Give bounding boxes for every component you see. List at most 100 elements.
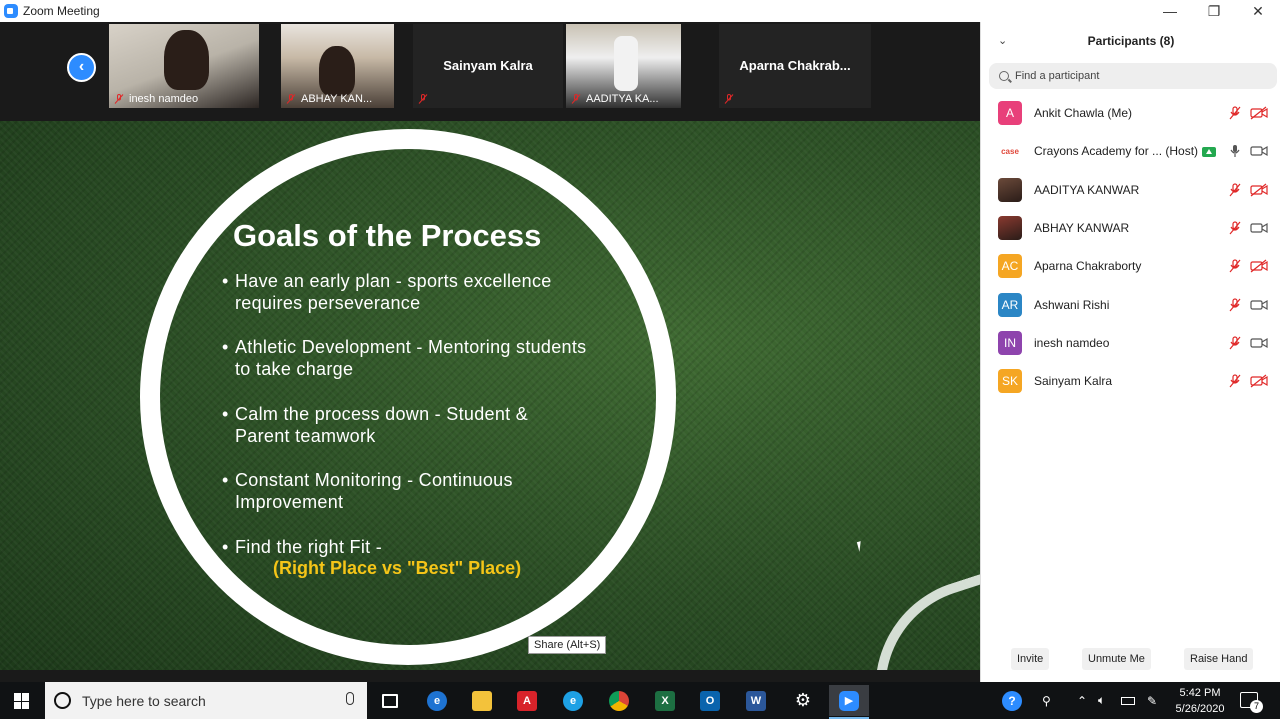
avatar: SK [998, 369, 1022, 394]
participant-row[interactable]: AADITYA KANWAR [981, 171, 1280, 209]
slide-highlight: (Right Place vs "Best" Place) [273, 558, 522, 578]
video-icon [1250, 144, 1268, 158]
avatar: IN [998, 330, 1022, 355]
avatar: AR [998, 292, 1022, 317]
muted-mic-icon [724, 94, 734, 104]
internet-explorer-icon: e [563, 690, 583, 711]
zoom-icon: ▶ [839, 690, 859, 711]
participant-row[interactable]: AC Aparna Chakraborty [981, 247, 1280, 285]
taskbar-chrome[interactable] [599, 685, 639, 716]
video-icon [1250, 221, 1268, 235]
muted-mic-icon [114, 94, 124, 104]
windows-taskbar: e A e X O W ⚙ ▶ ? ⚲ ⌃ 🔈︎ ✎ 5:42 PM 5/26/… [0, 682, 1280, 719]
participant-name: Crayons Academy for ... (Host) [1034, 144, 1217, 158]
muted-mic-icon [1229, 374, 1241, 388]
avatar [998, 215, 1022, 240]
chevron-left-icon: ‹ [78, 57, 85, 75]
muted-mic-icon [1229, 336, 1241, 350]
microphone-icon[interactable] [346, 692, 354, 705]
video-off-icon [1250, 259, 1268, 273]
video-off-icon [1250, 374, 1268, 388]
taskbar-zoom[interactable]: ▶ [829, 685, 869, 719]
volume-icon[interactable]: 🔈︎ [1098, 682, 1105, 719]
unmute-button[interactable]: Unmute Me [1082, 648, 1151, 670]
video-tile[interactable]: inesh namdeo [109, 24, 259, 108]
avatar [998, 177, 1022, 202]
slide-bullet: • Find the right Fit - [222, 537, 383, 557]
participant-row[interactable]: case Crayons Academy for ... (Host) [981, 132, 1280, 170]
taskbar-word[interactable]: W [736, 685, 776, 716]
video-off-icon [1250, 183, 1268, 197]
pen-icon[interactable]: ✎ [1147, 682, 1157, 719]
window-title: Zoom Meeting [23, 4, 100, 18]
folder-icon [472, 690, 492, 711]
share-tooltip: Share (Alt+S) [528, 636, 607, 654]
battery-icon[interactable] [1121, 682, 1135, 719]
muted-mic-icon [1229, 297, 1241, 312]
avatar: AC [998, 254, 1022, 279]
video-icon [1250, 336, 1268, 350]
video-thumbnail-strip: ‹ inesh namdeo ABHAY KAN... Sainyam Kalr… [0, 22, 980, 121]
window-controls: — ❐ ✕ [980, 0, 1280, 22]
chrome-icon [609, 690, 629, 711]
video-tile[interactable]: AADITYA KA... [566, 24, 681, 108]
participant-name: AADITYA KANWAR [1034, 182, 1140, 197]
slide-bullet: • Athletic Development - Mentoring studen… [222, 337, 587, 379]
video-icon [1250, 298, 1268, 312]
video-tile[interactable]: Aparna Chakrab... [719, 24, 871, 108]
edge-icon: e [427, 690, 447, 711]
taskbar-search-input[interactable] [82, 692, 322, 709]
slide-circle [140, 129, 676, 665]
participant-row[interactable]: ABHAY KANWAR [981, 209, 1280, 247]
taskbar-acrobat[interactable]: A [507, 685, 547, 716]
taskbar-explorer[interactable] [462, 685, 502, 716]
participant-name: Aparna Chakraborty [1034, 259, 1142, 274]
muted-mic-icon [418, 94, 428, 104]
task-view-button[interactable] [370, 685, 410, 716]
people-icon[interactable]: ⚲ [1042, 682, 1051, 719]
word-icon: W [746, 690, 766, 711]
taskbar-ie[interactable]: e [553, 685, 593, 716]
share-status-icon [1202, 147, 1217, 158]
minimize-button[interactable]: — [1148, 3, 1192, 19]
notification-count: 7 [1250, 700, 1263, 713]
participant-row[interactable]: SK Sainyam Kalra [981, 362, 1280, 400]
help-icon[interactable]: ? [1002, 682, 1022, 719]
excel-icon: X [655, 690, 675, 711]
participant-name: inesh namdeo [1034, 335, 1110, 350]
notification-icon[interactable]: 7 [1240, 692, 1263, 713]
participant-row[interactable]: AR Ashwani Rishi [981, 286, 1280, 324]
taskbar-settings[interactable]: ⚙ [783, 685, 823, 716]
video-tile[interactable]: ABHAY KAN... [281, 24, 394, 108]
shared-screen: Goals of the Process • Have an early plan… [0, 121, 980, 670]
taskbar-search[interactable] [45, 682, 367, 719]
video-tile[interactable]: Sainyam Kalra [413, 24, 563, 108]
mouse-cursor-icon [856, 540, 868, 552]
chevron-up-icon[interactable]: ⌃ [1077, 682, 1087, 719]
taskbar-excel[interactable]: X [645, 685, 685, 716]
participant-name: Ashwani Rishi [1034, 297, 1110, 312]
close-button[interactable]: ✕ [1236, 3, 1280, 20]
taskbar-clock[interactable]: 5:42 PM 5/26/2020 [1170, 685, 1230, 717]
mic-icon [1229, 144, 1241, 158]
field-marking [846, 567, 980, 670]
restore-button[interactable]: ❐ [1192, 3, 1236, 20]
raise-hand-button[interactable]: Raise Hand [1184, 648, 1254, 670]
invite-button[interactable]: Invite [1011, 648, 1050, 670]
zoom-logo-icon [4, 4, 18, 18]
tile-name: ABHAY KAN... [301, 93, 373, 105]
avatar: case [998, 139, 1022, 164]
participant-row[interactable]: IN inesh namdeo [981, 324, 1280, 362]
taskbar-outlook[interactable]: O [690, 685, 730, 716]
gear-icon: ⚙ [794, 690, 812, 710]
participant-row[interactable]: A Ankit Chawla (Me) [981, 94, 1280, 132]
clock-date: 5/26/2020 [1175, 703, 1225, 715]
tile-name: inesh namdeo [129, 93, 199, 105]
start-button[interactable] [14, 693, 30, 709]
muted-mic-icon [1229, 259, 1241, 273]
previous-page-button[interactable]: ‹ [67, 53, 96, 82]
search-input[interactable] [1015, 70, 1255, 82]
participant-search[interactable] [989, 63, 1277, 89]
taskbar-edge[interactable]: e [417, 685, 457, 716]
avatar: A [998, 101, 1022, 125]
